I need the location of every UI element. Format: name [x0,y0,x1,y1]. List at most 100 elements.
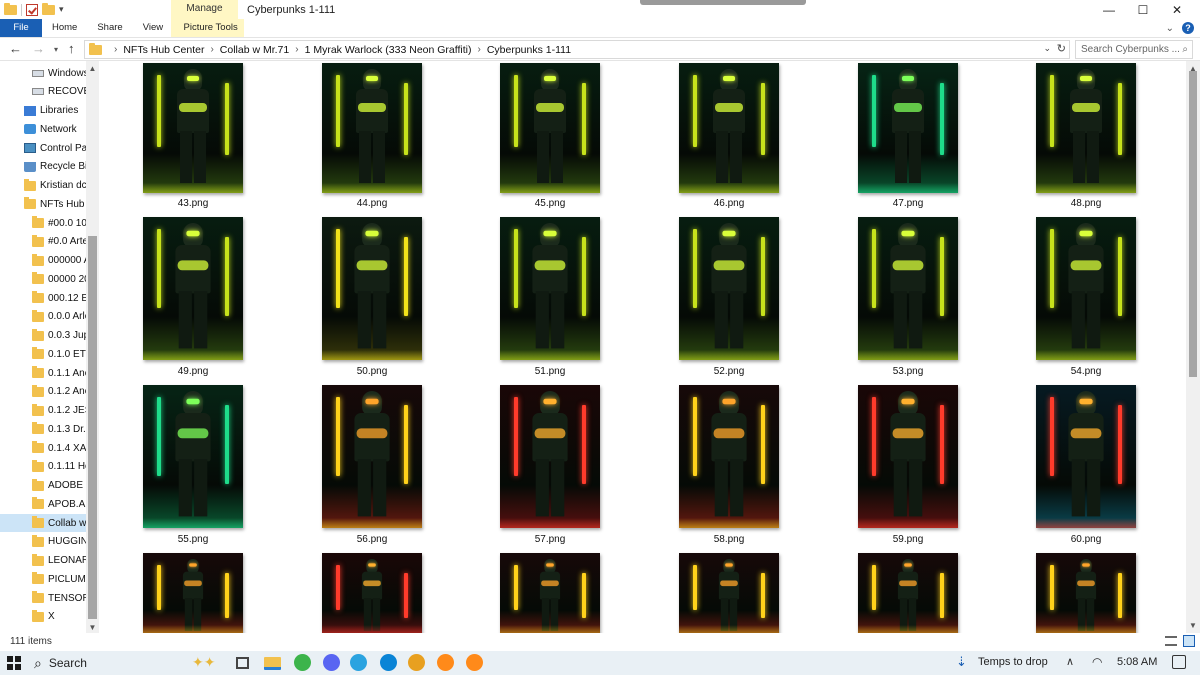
nav-item[interactable]: 000.12 Er [0,289,86,307]
file-name[interactable]: 60.png [1016,534,1156,545]
address-bar[interactable]: › NFTs Hub Center › Collab w Mr.71 › 1 M… [84,40,1070,59]
nav-item[interactable]: Network [0,120,86,138]
large-icons-view-icon[interactable] [1183,635,1195,647]
scroll-up-icon[interactable]: ▲ [86,64,99,73]
file-name[interactable]: 52.png [659,366,799,377]
file-name[interactable]: 47.png [838,198,978,209]
nav-item[interactable]: Windows [0,64,86,82]
file-name[interactable]: 43.png [123,198,263,209]
nav-item[interactable]: 0.0.0 Arle [0,308,86,326]
file-name[interactable]: 56.png [302,534,442,545]
tab-picture-tools[interactable]: Picture Tools [177,19,245,37]
image-thumbnail[interactable] [500,63,600,193]
temperature-icon[interactable]: ⇣ [956,654,967,670]
image-thumbnail[interactable] [679,217,779,360]
scroll-down-icon[interactable]: ▼ [86,623,99,632]
recent-locations-icon[interactable]: ▾ [54,45,58,54]
nav-item[interactable]: NFTs Hub C [0,195,86,213]
file-explorer-icon[interactable] [264,657,281,670]
image-thumbnail[interactable] [322,553,422,633]
image-thumbnail[interactable] [858,63,958,193]
nav-scrollbar[interactable]: ▲ ▼ [86,61,99,636]
breadcrumb-item[interactable]: Collab w Mr.71 [220,44,289,56]
breadcrumb-item[interactable]: NFTs Hub Center [123,44,204,56]
properties-icon[interactable] [26,3,38,16]
image-thumbnail[interactable] [500,553,600,633]
chevron-right-icon[interactable]: › [210,44,213,55]
breadcrumb-item[interactable]: Cyberpunks 1-111 [487,44,571,56]
nav-item[interactable]: HUGGINC [0,533,86,551]
nav-item[interactable]: APOB.AI ( [0,495,86,513]
nav-item[interactable]: Kristian dc [0,177,86,195]
widgets-icon[interactable]: ✦✦ [192,654,218,671]
chevron-right-icon[interactable]: › [295,44,298,55]
content-scroll-thumb[interactable] [1189,71,1197,377]
nav-item[interactable]: 000000 A [0,252,86,270]
chevron-right-icon[interactable]: › [114,44,117,55]
chrome-icon[interactable] [408,654,425,671]
image-thumbnail[interactable] [858,385,958,528]
content-scrollbar[interactable]: ▲ ▼ [1186,61,1200,633]
file-name[interactable]: 59.png [838,534,978,545]
nav-item[interactable]: #0.0 Arte [0,233,86,251]
image-thumbnail[interactable] [679,63,779,193]
image-thumbnail[interactable] [143,553,243,633]
tab-file[interactable]: File [0,19,42,37]
file-name[interactable]: 45.png [480,198,620,209]
expand-ribbon-icon[interactable]: ⌄ [1166,23,1174,34]
image-thumbnail[interactable] [143,63,243,193]
image-thumbnail[interactable] [1036,553,1136,633]
image-thumbnail[interactable] [858,217,958,360]
file-name[interactable]: 58.png [659,534,799,545]
close-button[interactable]: ✕ [1154,0,1200,19]
nav-item[interactable]: 0.1.3 Dr. N [0,420,86,438]
image-thumbnail[interactable] [1036,385,1136,528]
image-thumbnail[interactable] [500,385,600,528]
file-name[interactable]: 44.png [302,198,442,209]
nav-item[interactable]: Control Par [0,139,86,157]
firefox-icon[interactable] [437,654,454,671]
nav-item[interactable]: #00.0 10K [0,214,86,232]
image-thumbnail[interactable] [322,385,422,528]
nav-item[interactable]: 0.1.1 Anci [0,364,86,382]
tab-share[interactable]: Share [87,19,132,37]
nav-item[interactable]: 0.1.2 JESU [0,402,86,420]
notifications-icon[interactable] [1172,655,1186,669]
scroll-down-icon[interactable]: ▼ [1186,621,1200,630]
nav-item[interactable]: ADOBE E [0,477,86,495]
image-thumbnail[interactable] [322,217,422,360]
nav-item[interactable]: LEONARD [0,552,86,570]
image-thumbnail[interactable] [143,217,243,360]
file-name[interactable]: 50.png [302,366,442,377]
file-name[interactable]: 49.png [123,366,263,377]
help-icon[interactable]: ? [1182,22,1194,34]
image-thumbnail[interactable] [679,553,779,633]
image-thumbnail[interactable] [143,385,243,528]
nav-item[interactable]: Libraries [0,102,86,120]
firefox-icon[interactable] [466,654,483,671]
details-view-icon[interactable] [1165,636,1177,646]
file-name[interactable]: 53.png [838,366,978,377]
customize-toolbar-icon[interactable]: ▾ [59,4,64,15]
discord-icon[interactable] [323,654,340,671]
nav-item[interactable]: RECOVER [0,83,86,101]
task-view-icon[interactable] [236,657,249,669]
nav-item[interactable]: 0.1.11 He [0,458,86,476]
back-arrow-icon[interactable]: ← [9,41,22,56]
file-name[interactable]: 48.png [1016,198,1156,209]
image-thumbnail[interactable] [858,553,958,633]
file-name[interactable]: 57.png [480,534,620,545]
nav-item[interactable]: Collab w [0,514,86,532]
image-thumbnail[interactable] [500,217,600,360]
nav-item[interactable]: X [0,608,86,626]
copilot-icon[interactable] [294,654,311,671]
nav-item[interactable]: 0.0.3 Jupi [0,327,86,345]
weather-label[interactable]: Temps to drop [978,656,1048,668]
tab-home[interactable]: Home [42,19,87,37]
start-button[interactable] [7,656,21,670]
wifi-icon[interactable]: ◠ [1092,655,1102,669]
refresh-icon[interactable]: ↻ [1057,42,1066,55]
image-thumbnail[interactable] [679,385,779,528]
nav-item[interactable]: Recycle Bir [0,158,86,176]
breadcrumb-item[interactable]: 1 Myrak Warlock (333 Neon Graffiti) [305,44,472,56]
